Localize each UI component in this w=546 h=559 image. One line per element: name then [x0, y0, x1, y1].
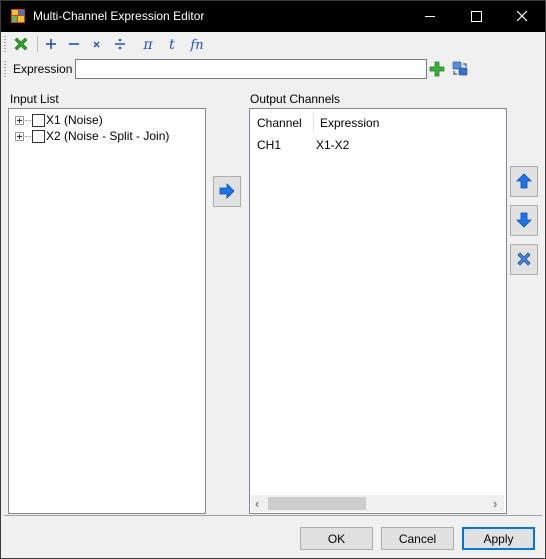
- move-down-icon: [516, 212, 532, 228]
- divide-operator-button[interactable]: [111, 35, 129, 53]
- close-button[interactable]: [499, 1, 545, 32]
- minimize-icon: [425, 16, 435, 17]
- cancel-button[interactable]: Cancel: [381, 527, 454, 550]
- maximize-icon: [471, 11, 482, 22]
- title-bar: Multi-Channel Expression Editor: [1, 1, 545, 32]
- svg-text:t: t: [169, 37, 175, 53]
- minimize-button[interactable]: [407, 1, 453, 32]
- expression-label: Expression: [13, 62, 73, 76]
- operator-toolbar: π t fn: [1, 32, 545, 56]
- toolbar-grip[interactable]: [4, 36, 6, 52]
- minus-operator-button[interactable]: [65, 35, 83, 53]
- delete-icon: [517, 252, 531, 266]
- ok-button[interactable]: OK: [300, 527, 373, 550]
- column-header-expression[interactable]: Expression: [320, 116, 379, 140]
- toolbar-separator: [37, 36, 38, 52]
- svg-text:fn: fn: [189, 38, 203, 53]
- divide-icon: [115, 38, 125, 50]
- scroll-left-icon[interactable]: ‹: [255, 496, 259, 511]
- toolbar-grip[interactable]: [4, 61, 6, 77]
- svg-text:π: π: [142, 37, 153, 53]
- input-list-title: Input List: [10, 92, 59, 106]
- tree-connector: [25, 120, 31, 121]
- expression-toolbar: Expression: [1, 57, 545, 82]
- time-variable-button[interactable]: t: [163, 35, 181, 53]
- close-icon: [516, 10, 528, 22]
- tree-item-label: X2 (Noise - Split - Join): [46, 129, 170, 143]
- pi-constant-button[interactable]: π: [139, 35, 157, 53]
- delete-channel-button[interactable]: [510, 244, 538, 275]
- scrollbar-thumb[interactable]: [268, 497, 366, 510]
- tree-item-checkbox[interactable]: [32, 130, 45, 143]
- multiply-operator-button[interactable]: [88, 35, 106, 53]
- maximize-button[interactable]: [453, 1, 499, 32]
- expression-cell[interactable]: X1-X2: [316, 138, 349, 152]
- move-up-button[interactable]: [510, 166, 538, 197]
- column-header-channel[interactable]: Channel: [257, 116, 302, 140]
- expand-icon[interactable]: [15, 132, 24, 141]
- tree-item-label: X1 (Noise): [46, 113, 103, 127]
- expression-editor-window: Multi-Channel Expression Editor π t fn E…: [0, 0, 546, 559]
- pi-icon: π: [142, 37, 153, 53]
- footer-divider: [4, 515, 542, 516]
- output-channels-title: Output Channels: [250, 92, 341, 106]
- function-icon: fn: [189, 38, 203, 53]
- plus-operator-button[interactable]: [42, 35, 60, 53]
- apply-button[interactable]: Apply: [462, 527, 535, 550]
- tree-connector: [25, 136, 31, 137]
- move-up-icon: [516, 173, 532, 189]
- add-expression-button[interactable]: [428, 60, 446, 78]
- multiply-icon: [93, 41, 100, 48]
- function-button[interactable]: fn: [186, 35, 208, 53]
- arrow-right-icon: [219, 183, 235, 199]
- app-icon: [11, 9, 25, 23]
- minus-icon: [69, 43, 79, 45]
- input-list-tree[interactable]: X1 (Noise) X2 (Noise - Split - Join): [8, 108, 206, 514]
- clear-expression-button[interactable]: [12, 35, 30, 53]
- horizontal-scrollbar[interactable]: ‹ ›: [251, 495, 504, 512]
- expand-icon[interactable]: [15, 116, 24, 125]
- refresh-expression-button[interactable]: [451, 60, 469, 78]
- tree-item-checkbox[interactable]: [32, 114, 45, 127]
- time-variable-icon: t: [169, 37, 175, 53]
- clear-icon: [14, 37, 28, 51]
- add-to-output-button[interactable]: [213, 176, 241, 207]
- column-divider[interactable]: [313, 113, 314, 133]
- output-channels-list[interactable]: Channel Expression CH1 X1-X2 ‹ ›: [249, 108, 507, 514]
- move-down-button[interactable]: [510, 205, 538, 236]
- expression-input[interactable]: [75, 59, 427, 79]
- channel-cell[interactable]: CH1: [257, 138, 281, 152]
- refresh-icon: [452, 61, 468, 76]
- scroll-right-icon[interactable]: ›: [493, 496, 497, 511]
- add-icon: [429, 61, 445, 77]
- plus-icon: [46, 39, 56, 49]
- window-title: Multi-Channel Expression Editor: [33, 9, 205, 23]
